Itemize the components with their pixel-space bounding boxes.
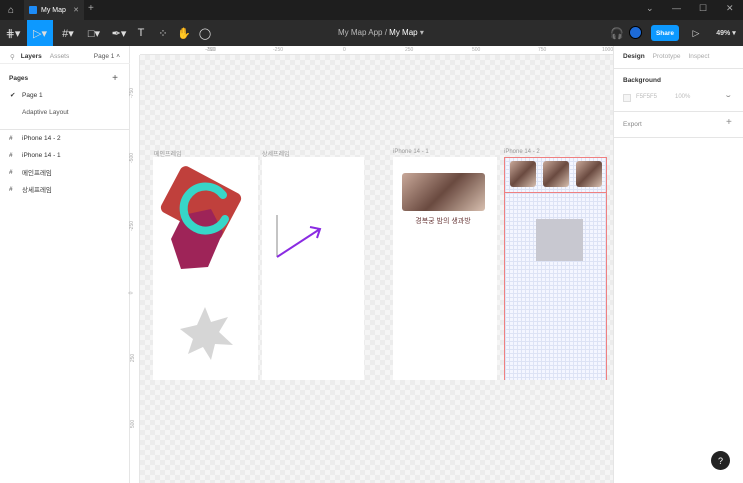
ruler-tick: -500 [129,152,136,164]
visibility-icon[interactable]: ⌣ [726,93,731,101]
maximize-button[interactable]: ☐ [699,3,707,14]
present-icon[interactable]: ▷ [688,20,704,46]
page-item[interactable]: ✔ Page 1 [0,89,130,101]
ruler-tick: 250 [405,47,414,53]
help-button[interactable]: ? [711,451,730,470]
tab-layers[interactable]: Layers [21,53,42,60]
close-window-button[interactable]: ✕ [726,3,734,14]
layer-item[interactable]: # iPhone 14 - 1 [0,149,130,161]
frame-label[interactable]: iPhone 14 - 2 [504,149,540,155]
tab-inspect[interactable]: Inspect [689,53,710,60]
add-page-icon[interactable]: + [112,73,118,84]
file-name[interactable]: My Map [389,28,417,37]
bg-opacity-value[interactable]: 100% [675,94,690,100]
home-icon[interactable]: ⌂ [0,0,22,20]
title-bar: ⌂ My Map ✕ + ⌄ — ☐ ✕ [0,0,743,20]
export-title: Export [623,121,642,128]
tab-assets[interactable]: Assets [50,53,70,60]
move-tool-icon[interactable]: ▷▾ [27,20,53,46]
shape-tool-icon[interactable]: □▾ [83,20,105,46]
frame-tool-icon[interactable]: #▾ [57,20,79,46]
color-swatch[interactable] [623,94,631,102]
thumbnail-photo [543,161,569,187]
layer-item[interactable]: # 상세프레임 [0,183,130,195]
star-shape [180,307,233,360]
ruler-tick: 1000 [602,47,614,53]
layer-item[interactable]: # iPhone 14 - 2 [0,132,130,144]
layer-item[interactable]: # 메인프레임 [0,166,130,178]
placeholder-rect [536,219,583,261]
minimize-button[interactable]: — [672,3,681,13]
food-photo [402,173,485,211]
main-frame[interactable] [153,157,258,380]
resources-icon[interactable]: ⁘ [155,20,171,46]
page-item[interactable]: Adaptive Layout [0,106,130,118]
thumbnail-photo [510,161,536,187]
left-ruler: -750 -500 -250 0 250 500 [128,55,140,483]
layer-label: iPhone 14 - 1 [22,151,61,159]
arrow-illustration [276,215,322,258]
frame-label[interactable]: iPhone 14 - 1 [393,149,429,155]
menu-chevron-icon[interactable]: ⌄ [646,3,654,14]
zoom-level: 49% [716,29,731,37]
headphones-icon[interactable]: 🎧 [609,20,625,46]
iphone-14-2-frame[interactable] [504,157,607,380]
ruler-tick: -750 [129,87,136,99]
check-icon: ✔ [10,92,16,99]
arrow-line [276,228,321,258]
new-tab-button[interactable]: + [88,3,94,14]
iphone-14-1-frame[interactable]: 경복궁 밤의 생과방 [393,157,497,380]
pen-tool-icon[interactable]: ✒▾ [108,20,130,46]
search-icon[interactable]: ⚲ [10,53,15,61]
toolbar: ⋕▾ ▷▾ #▾ □▾ ✒▾ T ⁘ ✋ ◯ My Map App / My M… [0,20,743,46]
main-menu-icon[interactable]: ⋕▾ [2,20,24,46]
close-tab-icon[interactable]: ✕ [73,6,79,14]
file-tab[interactable]: My Map ✕ [24,0,84,20]
layer-label: 상세프레임 [22,187,52,194]
shapes-illustration [160,166,242,360]
ruler-tick: 500 [130,419,137,429]
tab-design[interactable]: Design [623,53,645,60]
comment-icon[interactable]: ◯ [197,20,213,46]
page-label: Adaptive Layout [22,108,69,116]
figma-file-icon [29,6,37,14]
text-tool-icon[interactable]: T [133,20,149,46]
ruler-tick: -500 [206,47,217,53]
avatar[interactable] [629,26,642,39]
page-selector-label: Page 1 [93,53,115,60]
ruler-tick: 750 [538,47,547,53]
page-label: Page 1 [22,91,43,99]
frame-icon: # [9,134,13,142]
pages-title: Pages [9,74,29,82]
top-ruler: -750 -500 -250 0 250 500 750 1000 [140,46,613,55]
ruler-tick: 500 [472,47,481,53]
bg-color-value[interactable]: F5F5F5 [636,94,657,100]
ruler-tick: -250 [273,47,284,53]
project-name[interactable]: My Map App [338,28,382,37]
add-export-icon[interactable]: + [726,117,732,128]
background-title: Background [623,77,661,84]
ruler-tick: 0 [343,47,346,53]
tab-prototype[interactable]: Prototype [653,53,681,60]
share-button[interactable]: Share [651,25,679,41]
ruler-tick: 0 [128,291,135,295]
hand-tool-icon[interactable]: ✋ [176,20,192,46]
frame-icon: # [9,151,13,159]
thumbnail-photo [576,161,602,187]
layer-label: 메인프레임 [22,170,52,177]
detail-frame[interactable] [262,157,364,380]
card-title: 경복궁 밤의 생과방 [415,218,471,225]
frame-icon: # [9,168,13,176]
layers-panel: ⚲ Layers Assets Page 1 ˄ Pages + ✔ Page 1 … [0,46,130,483]
layer-label: iPhone 14 - 2 [22,134,61,142]
page-selector[interactable]: Page 1 ˄ [94,53,120,60]
design-panel: Design Prototype Inspect Background F5F5… [613,46,743,483]
breadcrumb[interactable]: My Map App / My Map ▾ [338,28,424,37]
tab-title: My Map [41,6,66,14]
zoom-menu[interactable]: 49% ▾ [712,20,740,46]
ruler-tick: -250 [129,220,136,232]
frame-icon: # [9,185,13,193]
ruler-tick: 250 [130,353,137,363]
separator: / [384,28,387,37]
